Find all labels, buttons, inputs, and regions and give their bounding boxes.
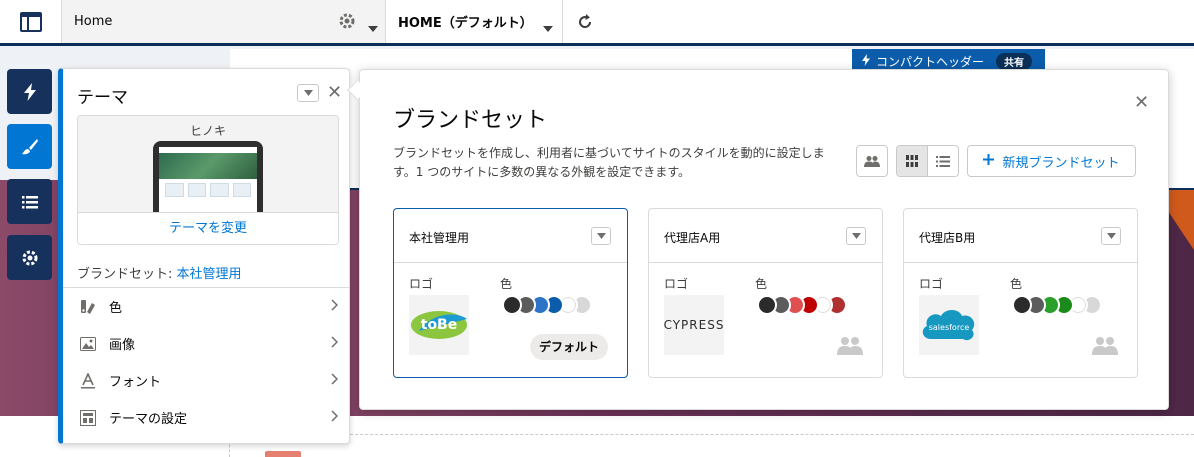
new-brandset-label: 新規ブランドセット (1002, 155, 1120, 171)
theme-menu-dropdown[interactable] (297, 84, 319, 102)
color-swatches (502, 295, 592, 315)
logo-label: ロゴ (919, 277, 944, 291)
chevron-right-icon (331, 410, 339, 426)
color-swatch (757, 295, 777, 315)
page-label: Home (74, 14, 113, 29)
menu-item-color[interactable]: 色 (63, 288, 350, 325)
brand-logo: CYPRESS (664, 295, 724, 355)
brandset-name: 代理店B用 (919, 231, 976, 245)
variant-label: HOME（デフォルト） (398, 16, 533, 31)
compact-header-label: コンパクトヘッダー (876, 54, 985, 69)
menu-item-label: 色 (109, 301, 123, 316)
theme-panel: テーマ ✕ ヒノキ テーマを変更 ブランドセット: 本社管理用 色 画像 フォン… (58, 68, 350, 444)
plus-icon (983, 153, 995, 169)
chevron-right-icon (331, 373, 339, 389)
color-swatch (1012, 295, 1032, 315)
brandset-card[interactable]: 代理店A用 ロゴ 色 CYPRESS (648, 208, 883, 378)
color-swatches (1012, 295, 1102, 315)
brandset-description: ブランドセットを作成し、利用者に基づいてサイトのスタイルを動的に設定します。1 … (393, 146, 825, 179)
brand-logo: toBe (409, 295, 469, 355)
menu-item-image[interactable]: 画像 (63, 325, 350, 362)
theme-name: ヒノキ (189, 124, 226, 138)
color-swatches (757, 295, 847, 315)
lightning-icon[interactable] (7, 69, 52, 114)
brandset-card[interactable]: 代理店B用 ロゴ 色 salesforce (903, 208, 1138, 378)
default-badge: デフォルト (530, 334, 609, 360)
close-icon[interactable]: ✕ (327, 84, 342, 102)
brandset-link[interactable]: 本社管理用 (177, 267, 242, 282)
theme-preview-image (153, 141, 263, 213)
font-icon (79, 372, 97, 390)
color-label: 色 (755, 277, 768, 291)
logo-label: ロゴ (409, 277, 434, 291)
logo-text: CYPRESS (663, 318, 725, 332)
brandset-title: ブランドセット (393, 108, 548, 133)
view-toggle (896, 145, 959, 177)
card-menu-dropdown[interactable] (591, 227, 611, 245)
color-label: 色 (500, 277, 513, 291)
brandset-label: ブランドセット: (77, 267, 177, 282)
color-label: 色 (1010, 277, 1023, 291)
page-selector[interactable]: Home (62, 0, 386, 43)
menu-item-label: 画像 (109, 338, 136, 353)
theme-panel-title: テーマ (77, 88, 128, 108)
logo-text: toBe (421, 317, 457, 333)
menu-item-theme-settings[interactable]: テーマの設定 (63, 399, 350, 436)
group-icon (1092, 335, 1118, 359)
brandset-card[interactable]: 本社管理用 ロゴ 色 toBe デフォルト (393, 208, 628, 378)
brush-icon[interactable] (7, 124, 52, 169)
card-menu-dropdown[interactable] (1101, 227, 1121, 245)
gear-icon[interactable] (7, 235, 52, 280)
color-swatch (502, 295, 522, 315)
layout-icon (79, 409, 97, 427)
chevron-right-icon (331, 299, 339, 315)
grid-view-button[interactable] (897, 146, 928, 176)
shared-badge: 共有 (996, 52, 1033, 70)
list-icon (936, 152, 950, 171)
new-brandset-button[interactable]: 新規ブランドセット (967, 145, 1136, 177)
image-icon (79, 335, 97, 353)
brandset-popover: ブランドセット ✕ ブランドセットを作成し、利用者に基づいてサイトのスタイルを動… (359, 69, 1169, 410)
page-variant-selector[interactable]: HOME（デフォルト） (386, 0, 563, 43)
theme-preview: ヒノキ (78, 116, 338, 213)
brand-logo: salesforce (919, 295, 979, 355)
audience-button[interactable] (856, 145, 888, 177)
menu-item-label: テーマの設定 (109, 412, 188, 427)
gear-icon[interactable] (338, 12, 356, 34)
refresh-icon[interactable] (563, 0, 607, 43)
change-theme-link[interactable]: テーマを変更 (78, 212, 338, 244)
chevron-down-icon[interactable] (543, 17, 553, 36)
group-icon (837, 335, 863, 359)
color-icon (79, 298, 97, 316)
menu-item-font[interactable]: フォント (63, 362, 350, 399)
logo-text: salesforce (929, 323, 970, 332)
top-toolbar: Home HOME（デフォルト） (0, 0, 1194, 46)
brandset-name: 代理店A用 (664, 231, 721, 245)
card-menu-dropdown[interactable] (846, 227, 866, 245)
logo-label: ロゴ (664, 277, 689, 291)
chevron-down-icon[interactable] (368, 17, 378, 36)
theme-card: ヒノキ テーマを変更 (77, 115, 339, 245)
panel-layout-icon[interactable] (0, 0, 62, 43)
theme-menu: 色 画像 フォント テーマの設定 (63, 287, 350, 436)
people-icon (864, 152, 880, 171)
brandset-line: ブランドセット: 本社管理用 (77, 263, 242, 282)
grid-icon (906, 152, 918, 171)
list-view-button[interactable] (928, 146, 958, 176)
list-icon[interactable] (7, 179, 52, 224)
chevron-right-icon (331, 336, 339, 352)
close-icon[interactable]: ✕ (1134, 92, 1149, 113)
menu-item-label: フォント (109, 375, 162, 390)
lightning-icon (862, 53, 870, 69)
brandset-name: 本社管理用 (409, 231, 470, 245)
